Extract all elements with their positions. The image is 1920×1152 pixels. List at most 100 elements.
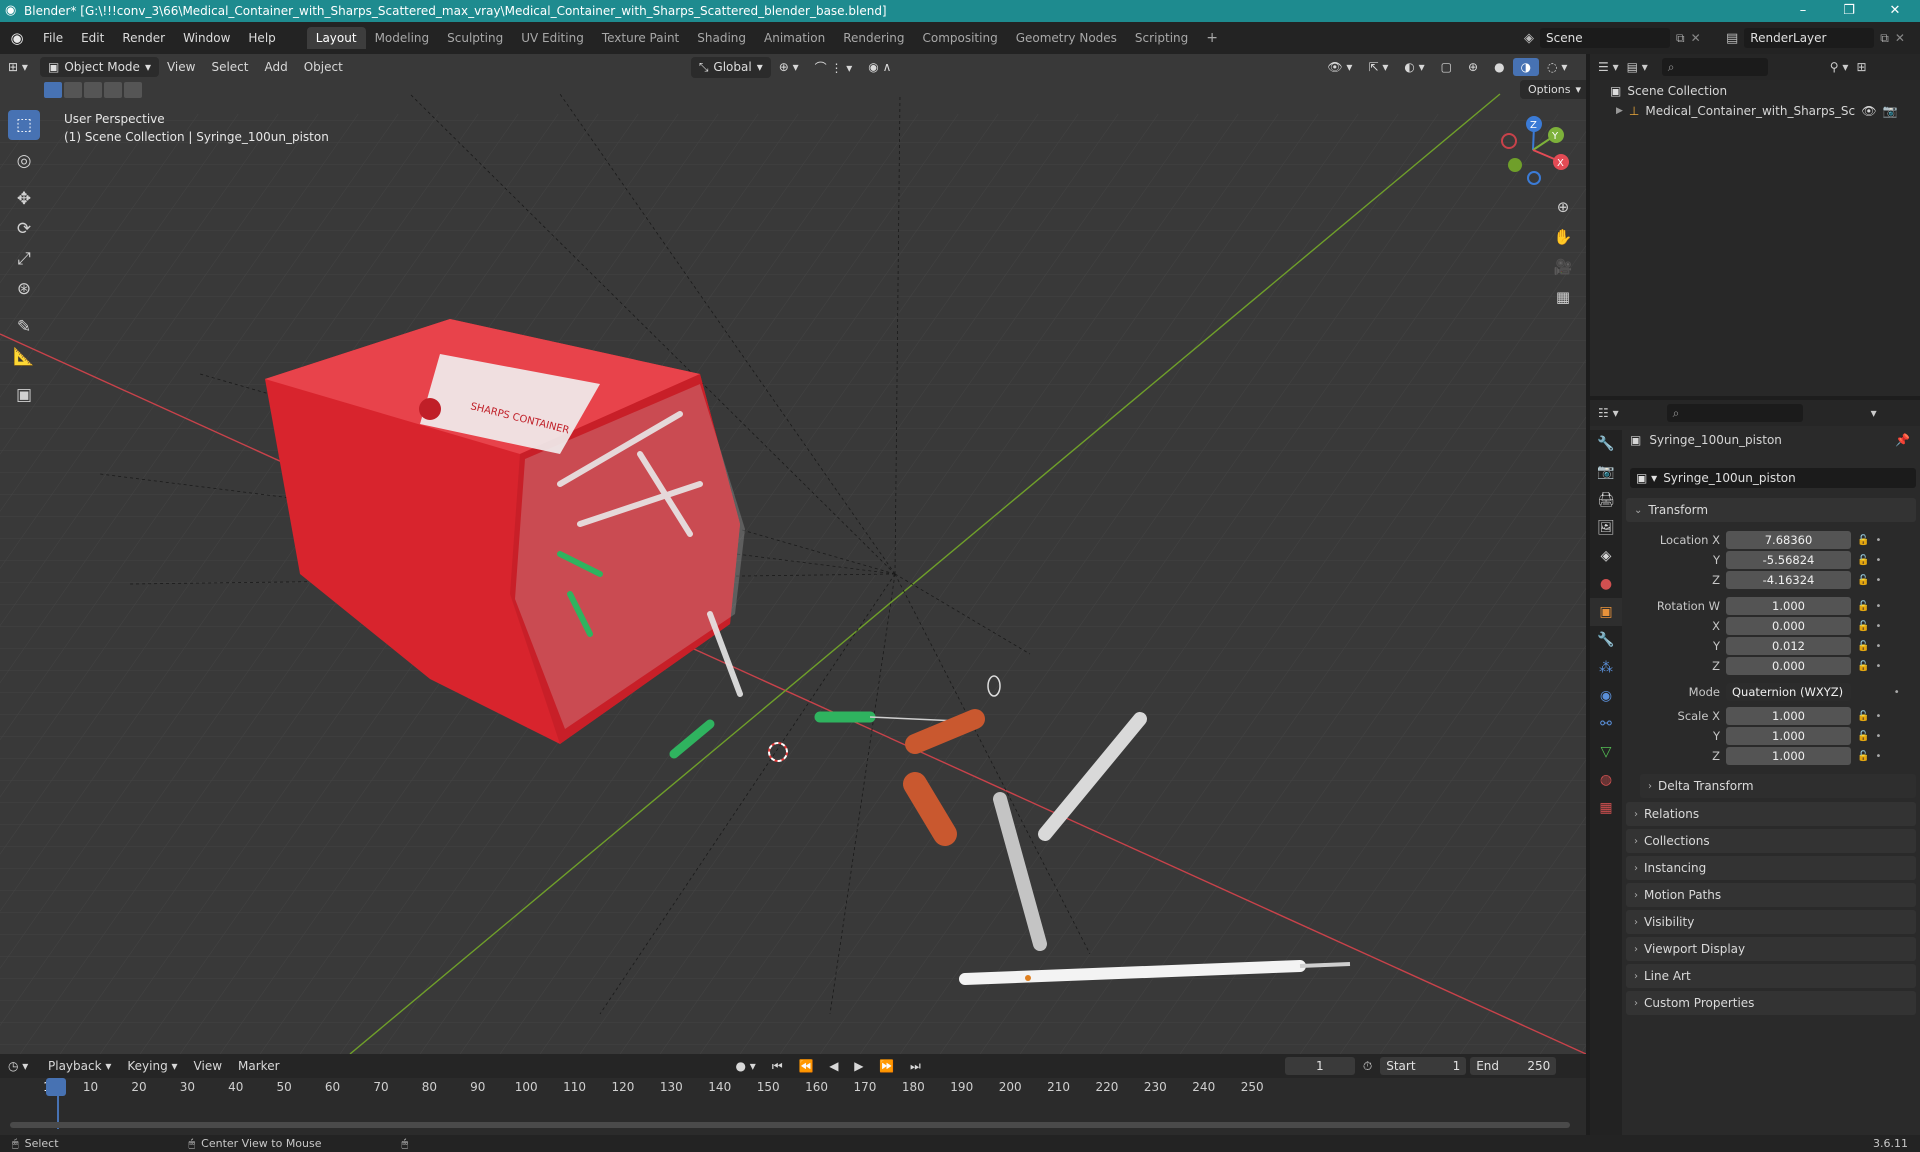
lock-icon[interactable]: 🔓• <box>1857 751 1887 762</box>
lock-icon[interactable]: 🔓• <box>1857 711 1887 722</box>
record-icon[interactable]: ● ▾ <box>728 1057 764 1075</box>
tab-shading[interactable]: Shading <box>688 27 755 49</box>
menu-view[interactable]: View <box>159 58 203 76</box>
scene-tab-icon[interactable]: ◈ <box>1590 542 1622 570</box>
texture-tab-icon[interactable]: ▦ <box>1590 794 1622 822</box>
expand-arrow-icon[interactable]: ▶ <box>1616 106 1623 116</box>
end-frame-field[interactable]: End 250 <box>1470 1057 1557 1075</box>
location-x-field[interactable]: 7.68360 <box>1726 531 1851 549</box>
new-collection-icon[interactable]: ⊞ <box>1856 60 1866 74</box>
shading-material-icon[interactable]: ◑ <box>1512 58 1540 76</box>
filter-icon[interactable]: ⚲ ▾ <box>1830 60 1849 74</box>
output-tab-icon[interactable]: 🖨 <box>1590 486 1622 514</box>
lock-icon[interactable]: 🔓• <box>1857 601 1887 612</box>
lock-icon[interactable]: 🔓• <box>1857 535 1887 546</box>
tab-geometry-nodes[interactable]: Geometry Nodes <box>1007 27 1126 49</box>
current-frame-field[interactable]: 1 <box>1284 1057 1355 1075</box>
timeline-editor-icon[interactable]: ◷ ▾ <box>0 1057 40 1075</box>
panel-relations[interactable]: › Relations <box>1626 802 1916 826</box>
rotation-y-field[interactable]: 0.012 <box>1726 637 1851 655</box>
move-tool[interactable]: ✥ <box>8 184 40 214</box>
pivot-point-icon[interactable]: ⊕ ▾ <box>771 58 807 76</box>
pan-hand-icon[interactable]: ✋ <box>1550 224 1576 250</box>
panel-visibility[interactable]: › Visibility <box>1626 910 1916 934</box>
add-cube-tool[interactable]: ▣ <box>8 380 40 410</box>
render-camera-icon[interactable]: 📷 <box>1883 104 1898 118</box>
panel-collections[interactable]: › Collections <box>1626 829 1916 853</box>
object-tab-icon[interactable]: ▣ <box>1590 598 1622 626</box>
stopwatch-icon[interactable]: ⏱ <box>1355 1057 1380 1076</box>
timeline-scrollbar[interactable] <box>10 1122 1570 1128</box>
data-tab-icon[interactable]: ▽ <box>1590 738 1622 766</box>
physics-tab-icon[interactable]: ◉ <box>1590 682 1622 710</box>
proportional-edit-icon[interactable]: ◉ ∧ <box>860 58 899 76</box>
delete-scene-icon[interactable]: ✕ <box>1691 31 1701 45</box>
3d-viewport[interactable]: SHARPS CONTAINER Z Y X ⊞ ▾ ▣ Object Mode… <box>0 54 1586 1054</box>
outliner-search-input[interactable]: ⌕ <box>1661 58 1768 76</box>
properties-search-input[interactable]: ⌕ <box>1666 404 1803 422</box>
close-button[interactable]: ✕ <box>1872 0 1918 22</box>
overlay-toggle-icon[interactable]: ◐ ▾ <box>1396 58 1432 76</box>
panel-motion-paths[interactable]: › Motion Paths <box>1626 883 1916 907</box>
delta-transform-header[interactable]: › Delta Transform <box>1640 774 1916 798</box>
lock-icon[interactable]: 🔓• <box>1857 555 1887 566</box>
keyframe-dot-icon[interactable]: • <box>1857 687 1906 698</box>
menu-keying[interactable]: Keying ▾ <box>119 1057 185 1075</box>
outliner-editor-icon[interactable]: ☰ ▾ <box>1598 60 1619 74</box>
cursor-tool[interactable]: ◎ <box>8 146 40 176</box>
zoom-icon[interactable]: ⊕ <box>1550 194 1576 220</box>
xray-icon[interactable]: ▢ <box>1433 58 1460 76</box>
rotate-tool[interactable]: ⟳ <box>8 214 40 244</box>
menu-edit[interactable]: Edit <box>72 31 113 45</box>
world-tab-icon[interactable]: ● <box>1590 570 1622 598</box>
tab-modeling[interactable]: Modeling <box>366 27 439 49</box>
tab-uv-editing[interactable]: UV Editing <box>512 27 593 49</box>
select-box-tool[interactable]: ⬚ <box>8 110 40 140</box>
object-datablock-field[interactable]: ▣ ▾ Syringe_100un_piston <box>1630 468 1916 488</box>
visibility-icon[interactable]: 👁 ▾ <box>1319 58 1360 76</box>
gizmo-toggle-icon[interactable]: ⇱ ▾ <box>1360 58 1396 76</box>
blender-menu-icon[interactable]: ◉ <box>0 29 34 47</box>
start-frame-field[interactable]: Start 1 <box>1380 1057 1467 1075</box>
tab-sculpting[interactable]: Sculpting <box>438 27 512 49</box>
scene-selector[interactable]: Scene <box>1540 28 1670 48</box>
menu-object[interactable]: Object <box>296 58 351 76</box>
new-view-layer-icon[interactable]: ⧉ <box>1880 31 1889 46</box>
menu-timeline-view[interactable]: View <box>186 1057 230 1075</box>
select-intersect-icon[interactable] <box>124 82 142 98</box>
chevron-down-icon[interactable]: ▾ <box>1871 406 1877 420</box>
shading-wireframe-icon[interactable]: ⊕ <box>1460 58 1486 76</box>
menu-select[interactable]: Select <box>203 58 256 76</box>
viewport-scene[interactable]: SHARPS CONTAINER Z Y X <box>0 54 1586 1054</box>
tab-scripting[interactable]: Scripting <box>1126 27 1197 49</box>
particles-tab-icon[interactable]: ⁂ <box>1590 654 1622 682</box>
rotation-mode-dropdown[interactable]: Quaternion (WXYZ) ▾ <box>1726 683 1851 717</box>
panel-line-art[interactable]: › Line Art <box>1626 964 1916 988</box>
annotate-tool[interactable]: ✎ <box>8 312 40 342</box>
location-z-field[interactable]: -4.16324 <box>1726 571 1851 589</box>
object-mode-dropdown[interactable]: ▣ Object Mode ▾ <box>40 57 159 77</box>
rotation-w-field[interactable]: 1.000 <box>1726 597 1851 615</box>
menu-add[interactable]: Add <box>256 58 295 76</box>
camera-icon[interactable]: 🎥 <box>1550 254 1576 280</box>
tab-texture-paint[interactable]: Texture Paint <box>593 27 688 49</box>
view-layer-tab-icon[interactable]: 🖼 <box>1590 514 1622 542</box>
menu-help[interactable]: Help <box>239 31 284 45</box>
menu-file[interactable]: File <box>34 31 72 45</box>
shading-solid-icon[interactable]: ● <box>1486 58 1512 76</box>
lock-icon[interactable]: 🔓• <box>1857 641 1887 652</box>
eye-icon[interactable]: 👁 <box>1861 104 1876 118</box>
view-layer-selector[interactable]: RenderLayer <box>1744 28 1875 48</box>
scene-icon[interactable]: ◈ <box>1524 31 1534 46</box>
lock-icon[interactable]: 🔓• <box>1857 575 1887 586</box>
maximize-button[interactable]: ❐ <box>1826 0 1872 22</box>
scale-x-field[interactable]: 1.000 <box>1726 707 1851 725</box>
lock-icon[interactable]: 🔓• <box>1857 621 1887 632</box>
lock-icon[interactable]: 🔓• <box>1857 731 1887 742</box>
snap-icon[interactable]: ⌒ ⋮ ▾ <box>807 57 861 78</box>
view-layer-icon[interactable]: ▤ <box>1726 31 1738 46</box>
panel-viewport-display[interactable]: › Viewport Display <box>1626 937 1916 961</box>
select-extend-icon[interactable] <box>64 82 82 98</box>
menu-playback[interactable]: Playback ▾ <box>40 1057 119 1075</box>
measure-tool[interactable]: 📐 <box>8 342 40 372</box>
